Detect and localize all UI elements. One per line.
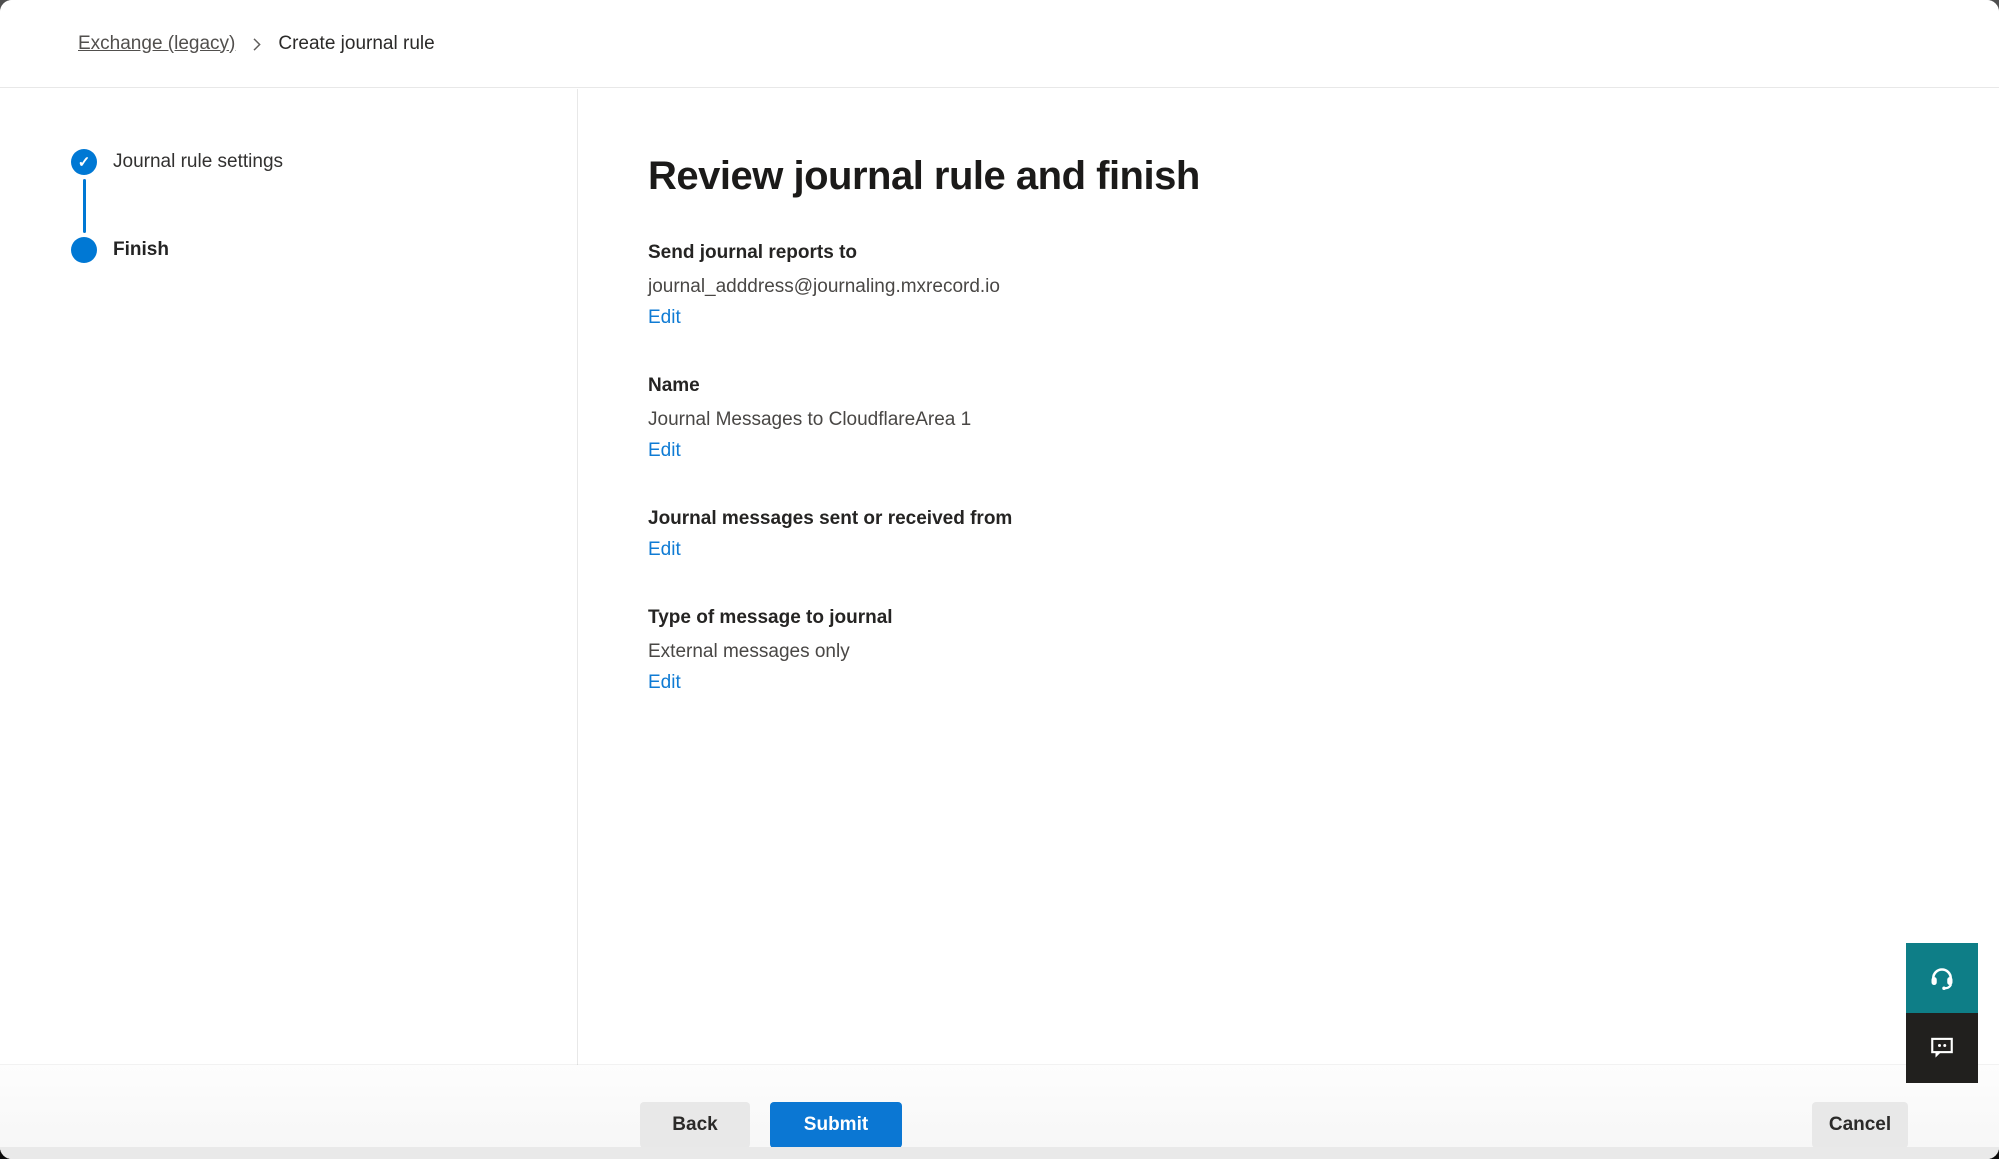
review-section-name: Name Journal Messages to CloudflareArea … [648,373,1939,462]
section-label: Name [648,373,1939,399]
breadcrumb-current-page: Create journal rule [278,33,434,55]
floating-button-stack [1906,943,1978,1083]
submit-button[interactable]: Submit [770,1102,902,1148]
help-support-button[interactable] [1906,943,1978,1013]
wizard-steps-panel: ✓ Journal rule settings Finish [0,89,578,1065]
page-title: Review journal rule and finish [648,150,1939,202]
back-button[interactable]: Back [640,1102,750,1148]
section-label: Type of message to journal [648,605,1939,631]
edit-send-journal-reports-link[interactable]: Edit [648,307,681,329]
window-bottom-strip [0,1147,1999,1159]
section-value: journal_adddress@journaling.mxrecord.io [648,274,1939,300]
wizard-body: ✓ Journal rule settings Finish Review jo… [0,89,1999,1065]
exchange-admin-window: Exchange (legacy) Create journal rule ✓ … [0,0,1999,1159]
section-value: External messages only [648,639,1939,665]
step-completed-check-icon: ✓ [71,149,97,175]
section-value: Journal Messages to CloudflareArea 1 [648,407,1939,433]
feedback-button[interactable] [1906,1013,1978,1083]
edit-name-link[interactable]: Edit [648,440,681,462]
chat-icon [1927,1032,1957,1065]
step-label-journal-rule-settings: Journal rule settings [113,151,283,173]
header: Exchange (legacy) Create journal rule [0,0,1999,88]
wizard-step-journal-rule-settings[interactable]: ✓ Journal rule settings [71,149,577,175]
section-label: Journal messages sent or received from [648,506,1939,532]
headset-icon [1927,962,1957,995]
review-section-send-journal-reports-to: Send journal reports to journal_adddress… [648,240,1939,329]
footer-action-bar: Back Submit Cancel [0,1065,1999,1159]
step-connector-line [83,179,86,233]
chevron-right-icon [249,37,264,52]
wizard-step-finish[interactable]: Finish [71,237,577,263]
breadcrumb: Exchange (legacy) Create journal rule [78,33,435,55]
breadcrumb-link-exchange-legacy[interactable]: Exchange (legacy) [78,33,235,55]
edit-message-type-link[interactable]: Edit [648,672,681,694]
review-panel: Review journal rule and finish Send jour… [578,89,1999,1065]
step-current-dot-icon [71,237,97,263]
review-section-journal-messages-from: Journal messages sent or received from E… [648,506,1939,561]
cancel-button[interactable]: Cancel [1812,1102,1908,1148]
review-section-message-type: Type of message to journal External mess… [648,605,1939,694]
step-label-finish: Finish [113,239,169,261]
section-label: Send journal reports to [648,240,1939,266]
edit-journal-messages-from-link[interactable]: Edit [648,539,681,561]
